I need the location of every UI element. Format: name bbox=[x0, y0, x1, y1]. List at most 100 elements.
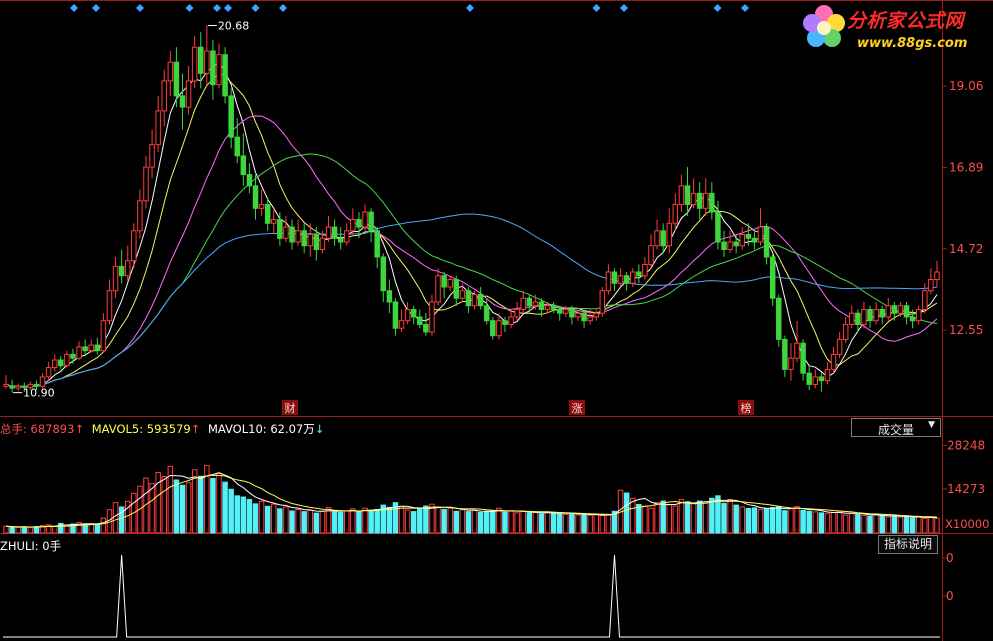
price-tick-label: 12.55 bbox=[949, 323, 983, 337]
chart-canvas[interactable]: 19.06 16.89 14.72 12.55 20.68 10.90 财 涨 榜 28248… bbox=[0, 0, 993, 641]
volume-bar bbox=[544, 511, 551, 534]
price-tick-label: 16.89 bbox=[949, 160, 983, 174]
volume-bar bbox=[769, 507, 776, 534]
volume-bar bbox=[629, 497, 636, 534]
zhuli-header: ZHULI: 0手 bbox=[0, 538, 61, 554]
volume-bar bbox=[331, 511, 338, 534]
indicator-select[interactable]: 成交量 ▼ bbox=[851, 418, 941, 437]
volume-bar bbox=[283, 506, 289, 534]
volume-bar bbox=[374, 508, 380, 534]
volume-bar bbox=[271, 503, 277, 534]
candle-body bbox=[800, 342, 806, 374]
candle-body bbox=[112, 265, 119, 292]
logo-url-text: www.88gs.com bbox=[857, 36, 968, 51]
volume-bar bbox=[258, 500, 265, 534]
volume-bar bbox=[556, 512, 563, 534]
stock-chart-window: 19.06 16.89 14.72 12.55 20.68 10.90 财 涨 榜 28248… bbox=[0, 0, 993, 641]
candle-body bbox=[721, 241, 727, 251]
candle-body bbox=[51, 359, 58, 369]
volume-bar bbox=[228, 488, 234, 534]
candle-body bbox=[106, 290, 113, 322]
candle-body bbox=[897, 305, 904, 314]
volume-bar bbox=[867, 515, 873, 534]
volume-bar bbox=[897, 516, 904, 534]
candle-body bbox=[666, 222, 672, 247]
event-diamond-icon bbox=[136, 4, 144, 12]
volume-bar bbox=[800, 509, 806, 534]
candle-body bbox=[611, 271, 618, 284]
volume-bar bbox=[490, 510, 496, 534]
volume-bar bbox=[508, 510, 514, 534]
volume-bar bbox=[739, 506, 745, 534]
candle-body bbox=[818, 376, 825, 382]
candle-body bbox=[477, 293, 484, 307]
volume-bar bbox=[873, 514, 879, 534]
candle-body bbox=[410, 308, 417, 318]
candle-body bbox=[149, 144, 155, 168]
volume-bar bbox=[82, 523, 88, 534]
volume-bar bbox=[788, 508, 794, 534]
candle-body bbox=[934, 271, 940, 280]
volume-bar bbox=[703, 502, 709, 534]
candle-body bbox=[550, 305, 557, 310]
candle-body bbox=[490, 320, 496, 337]
candle-body bbox=[556, 308, 563, 314]
candle-body bbox=[313, 234, 320, 251]
volume-bar bbox=[824, 513, 831, 534]
volume-tick-label: 14273 bbox=[947, 482, 985, 496]
candle-body bbox=[684, 185, 691, 206]
volume-bar bbox=[21, 526, 28, 534]
candle-body bbox=[441, 275, 447, 288]
volume-bar bbox=[763, 508, 770, 534]
candle-body bbox=[234, 136, 240, 157]
volume-bar bbox=[934, 517, 940, 534]
candle-body bbox=[842, 323, 849, 340]
candle-body bbox=[216, 54, 222, 86]
volume-bar bbox=[684, 501, 691, 534]
candle-body bbox=[575, 312, 581, 318]
volume-bar bbox=[362, 507, 368, 534]
candle-body bbox=[526, 297, 533, 307]
volume-bar bbox=[453, 510, 460, 534]
candle-body bbox=[228, 95, 234, 138]
event-marker-label: 涨 bbox=[572, 402, 583, 415]
zhuli-value: 0手 bbox=[42, 539, 62, 553]
candle-body bbox=[380, 256, 387, 292]
candle-body bbox=[812, 376, 819, 385]
candle-body bbox=[100, 320, 107, 352]
volume-bar bbox=[642, 505, 648, 534]
candle-body bbox=[350, 219, 356, 232]
volume-bar bbox=[569, 513, 575, 534]
site-logo: 分析家公式网 www.88gs.com bbox=[795, 0, 993, 58]
volume-bar bbox=[344, 510, 350, 534]
candle-body bbox=[124, 260, 131, 277]
mavol5-label: MAVOL5: bbox=[91, 422, 144, 436]
event-diamond-icon bbox=[251, 4, 260, 12]
volume-bar bbox=[173, 479, 180, 534]
mavol5-value: 593579 bbox=[146, 422, 191, 436]
candle-body bbox=[185, 80, 192, 108]
candle-body bbox=[751, 237, 758, 243]
candle-body bbox=[392, 301, 399, 329]
candle-body bbox=[453, 278, 460, 299]
indicator-help-button[interactable]: 指标说明 bbox=[878, 535, 938, 554]
volume-bar bbox=[903, 516, 910, 534]
event-diamond-icon bbox=[620, 4, 628, 12]
volume-bar bbox=[234, 495, 240, 534]
candle-body bbox=[459, 290, 466, 299]
candle-body bbox=[471, 293, 478, 307]
candle-body bbox=[337, 237, 344, 243]
candle-body bbox=[502, 320, 508, 325]
volume-bar bbox=[27, 527, 34, 534]
candle-body bbox=[739, 234, 745, 247]
volume-bar bbox=[830, 512, 837, 534]
candle-body bbox=[252, 185, 259, 209]
volume-bar bbox=[161, 476, 167, 534]
volume-bar bbox=[648, 507, 654, 534]
zhuli-tick-label: 0 bbox=[946, 589, 954, 603]
candle-body bbox=[295, 230, 301, 243]
candle-body bbox=[636, 271, 642, 277]
volume-bar bbox=[599, 515, 606, 534]
volume-bar bbox=[855, 513, 861, 534]
candle-body bbox=[264, 204, 271, 224]
